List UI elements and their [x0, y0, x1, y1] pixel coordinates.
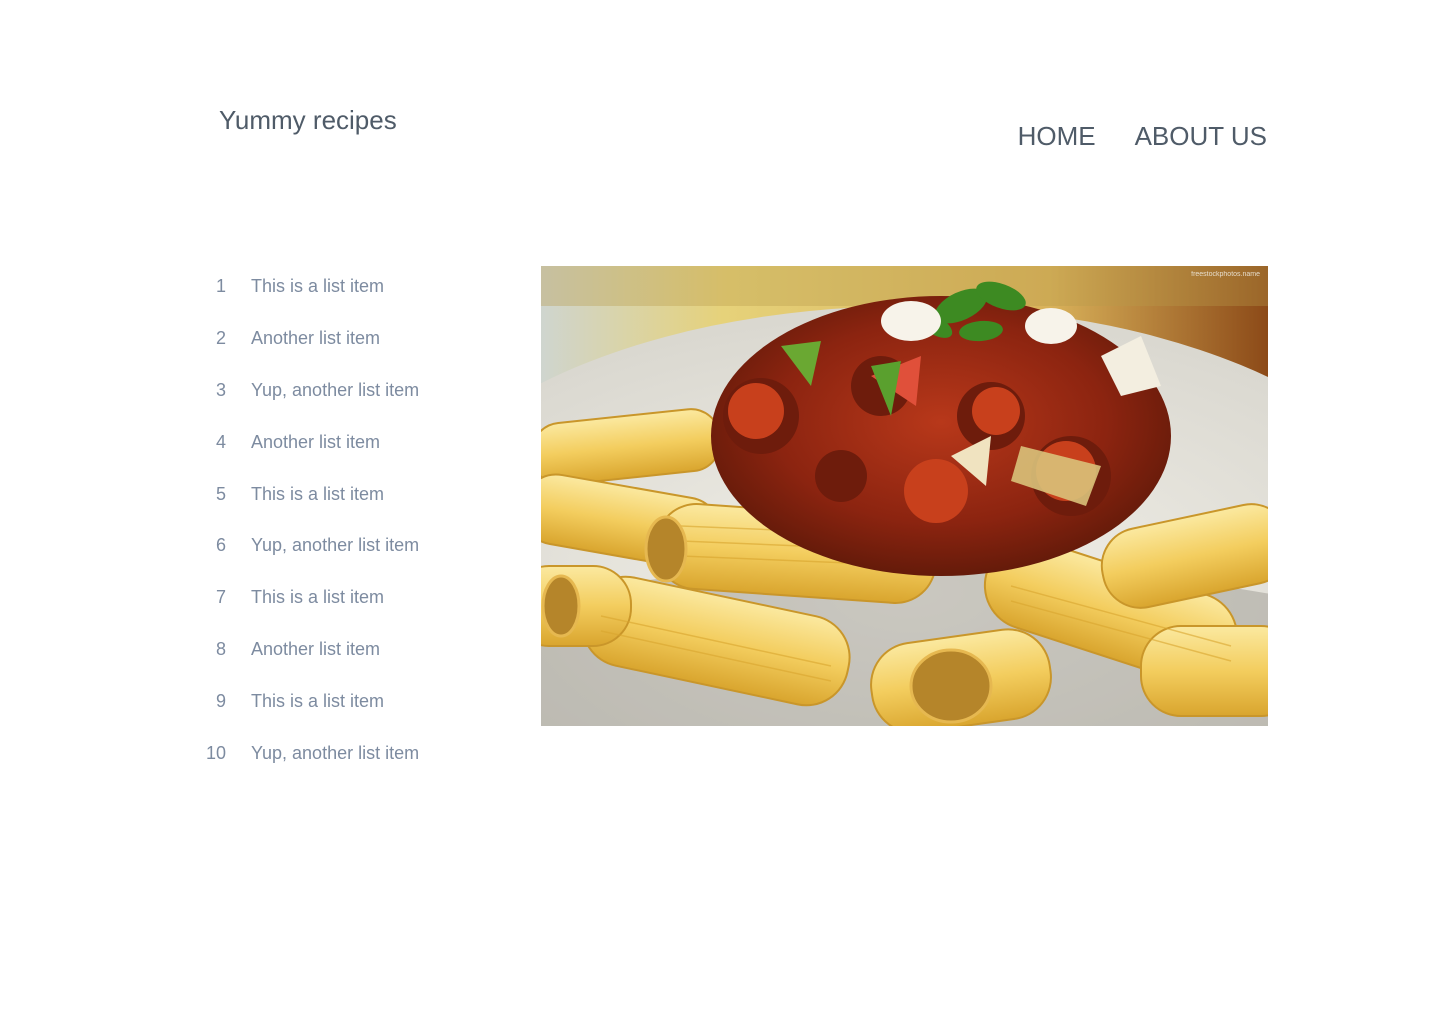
- pasta-dish-image: freestockphotos.name: [541, 266, 1268, 726]
- list-item-text: Another list item: [251, 638, 381, 659]
- list-item-number: 5: [215, 483, 226, 504]
- list-item: 4 Another list item: [195, 416, 419, 468]
- main-nav: HOME ABOUT US: [1018, 118, 1267, 154]
- list-item-number: 6: [215, 535, 226, 556]
- list-item-text: This is a list item: [251, 690, 385, 711]
- list-item-text: This is a list item: [251, 276, 385, 297]
- numbered-list: 1 This is a list item 2 Another list item …: [195, 261, 419, 779]
- list-item-text: Yup, another list item: [251, 742, 420, 763]
- list-item-text: This is a list item: [251, 483, 385, 504]
- site-title: Yummy recipes: [219, 105, 397, 135]
- list-item: 1 This is a list item: [195, 261, 419, 313]
- list-item-number: 9: [215, 690, 226, 711]
- list-item: 2 Another list item: [195, 313, 419, 365]
- list-item: 10 Yup, another list item: [195, 727, 419, 779]
- list-item-number: 8: [215, 638, 226, 659]
- list-item: 7 This is a list item: [195, 572, 419, 624]
- nav-about-us-link[interactable]: ABOUT US: [1135, 118, 1267, 154]
- list-item: 3 Yup, another list item: [195, 365, 419, 417]
- list-item-number: 7: [215, 587, 226, 608]
- list-item-number: 3: [215, 379, 226, 400]
- image-watermark: freestockphotos.name: [1191, 271, 1260, 278]
- list-item-number: 10: [205, 742, 226, 763]
- list-item-text: Yup, another list item: [251, 535, 420, 556]
- list-item-text: This is a list item: [251, 587, 385, 608]
- nav-home-link[interactable]: HOME: [1018, 118, 1096, 154]
- list-item: 8 Another list item: [195, 624, 419, 676]
- list-item-text: Yup, another list item: [251, 379, 420, 400]
- list-item-number: 2: [215, 328, 226, 349]
- list-item: 9 This is a list item: [195, 675, 419, 727]
- list-item-number: 4: [215, 431, 226, 452]
- list-item: 6 Yup, another list item: [195, 520, 419, 572]
- list-item-text: Another list item: [251, 431, 381, 452]
- list-item-text: Another list item: [251, 328, 381, 349]
- list-item-number: 1: [215, 276, 226, 297]
- list-item: 5 This is a list item: [195, 468, 419, 520]
- pasta-dish-illustration: [541, 266, 1268, 726]
